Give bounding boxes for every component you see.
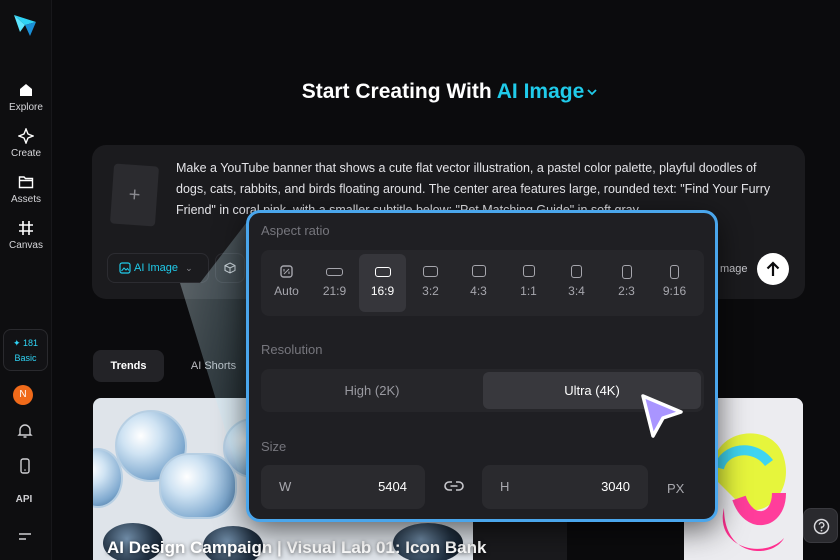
width-label: W bbox=[279, 479, 292, 494]
image-icon bbox=[119, 262, 131, 274]
ratio-label: 21:9 bbox=[322, 284, 347, 298]
ratio-label: 4:3 bbox=[470, 284, 487, 298]
gallery-bubble bbox=[159, 453, 237, 519]
grid-icon bbox=[19, 221, 33, 235]
ratio-label: 3:2 bbox=[422, 284, 439, 298]
gallery-caption: AI Design Campaign | Visual Lab 01: Icon… bbox=[107, 538, 487, 557]
ratio-1-1-icon bbox=[522, 265, 535, 277]
arrow-up-icon bbox=[766, 261, 780, 276]
aspect-ratio-options: Auto 21:9 16:9 3:2 4:3 1:1 3:4 2:3 9:16 bbox=[261, 250, 704, 316]
sidebar-item-label: Canvas bbox=[9, 240, 43, 251]
sidebar-item-label: Assets bbox=[10, 194, 41, 205]
title-prefix: Start Creating With bbox=[301, 80, 492, 103]
ratio-label: 16:9 bbox=[370, 284, 395, 298]
sidebar-item-assets[interactable]: Assets bbox=[0, 174, 52, 205]
link-icon[interactable] bbox=[444, 479, 464, 493]
height-field[interactable]: H 3040 bbox=[482, 465, 648, 509]
credits-badge[interactable]: ✦ 181 Basic bbox=[3, 329, 48, 371]
ratio-option-3-4[interactable]: 3:4 bbox=[553, 254, 600, 312]
question-icon bbox=[813, 518, 830, 535]
mobile-icon[interactable] bbox=[16, 457, 34, 475]
model-selector[interactable]: AI Image bbox=[497, 80, 585, 103]
app-logo[interactable] bbox=[12, 12, 38, 38]
width-field[interactable]: W 5404 bbox=[261, 465, 425, 509]
credits-count: ✦ 181 bbox=[12, 338, 39, 348]
aspect-ratio-popover: Aspect ratio Auto 21:9 16:9 3:2 4:3 1:1 … bbox=[246, 210, 718, 522]
chevron-down-icon[interactable] bbox=[586, 86, 598, 98]
ratio-3-2-icon bbox=[423, 266, 438, 277]
ratio-option-4-3[interactable]: 4:3 bbox=[455, 254, 502, 312]
ratio-2-3-icon bbox=[621, 265, 632, 279]
resolution-option-high[interactable]: High (2K) bbox=[264, 372, 480, 409]
mode-chip-label: AI Image bbox=[134, 262, 179, 274]
auto-ratio-icon bbox=[280, 265, 293, 278]
width-value: 5404 bbox=[378, 479, 407, 494]
plan-label: Basic bbox=[14, 353, 37, 363]
cube-icon bbox=[224, 262, 236, 274]
ratio-21-9-icon bbox=[326, 268, 343, 276]
help-button[interactable] bbox=[803, 508, 838, 543]
ratio-option-9-16[interactable]: 9:16 bbox=[651, 254, 698, 312]
page-title: Start Creating With AI Image bbox=[0, 80, 840, 104]
resolution-label: Resolution bbox=[261, 342, 323, 357]
mode-chip[interactable]: AI Image ⌄ bbox=[107, 253, 209, 283]
ratio-option-auto[interactable]: Auto bbox=[263, 254, 310, 312]
ratio-option-21-9[interactable]: 21:9 bbox=[311, 254, 358, 312]
tab-ai-shorts[interactable]: AI Shorts bbox=[176, 350, 251, 382]
model-chip[interactable] bbox=[215, 253, 245, 283]
ratio-label: 1:1 bbox=[520, 284, 537, 298]
bell-icon[interactable] bbox=[16, 422, 34, 440]
sidebar-item-create[interactable]: Create bbox=[0, 128, 52, 159]
ratio-option-2-3[interactable]: 2:3 bbox=[603, 254, 650, 312]
add-reference-button[interactable]: + bbox=[109, 163, 160, 227]
ratio-option-3-2[interactable]: 3:2 bbox=[407, 254, 454, 312]
image-option-label[interactable]: mage bbox=[720, 263, 748, 275]
ratio-label: 3:4 bbox=[568, 284, 585, 298]
unit-label: PX bbox=[667, 481, 685, 496]
ratio-label: 9:16 bbox=[662, 284, 687, 298]
ratio-16-9-icon bbox=[374, 267, 391, 277]
size-label: Size bbox=[261, 439, 287, 454]
aspect-ratio-label: Aspect ratio bbox=[261, 223, 330, 238]
api-link[interactable]: API bbox=[0, 494, 48, 505]
pointer-cursor-icon bbox=[641, 394, 683, 438]
sparkle-icon bbox=[18, 128, 34, 144]
height-value: 3040 bbox=[601, 479, 630, 494]
chevron-down-icon: ⌄ bbox=[185, 263, 193, 273]
sidebar-item-label: Create bbox=[10, 148, 41, 159]
ratio-option-16-9[interactable]: 16:9 bbox=[359, 254, 406, 312]
ratio-4-3-icon bbox=[471, 265, 486, 277]
folder-icon bbox=[18, 176, 34, 189]
ratio-option-1-1[interactable]: 1:1 bbox=[505, 254, 552, 312]
tab-trends[interactable]: Trends bbox=[93, 350, 164, 382]
ratio-3-4-icon bbox=[571, 265, 582, 278]
menu-icon[interactable] bbox=[16, 528, 34, 546]
height-label: H bbox=[500, 479, 510, 494]
send-button[interactable] bbox=[757, 253, 789, 285]
ratio-9-16-icon bbox=[670, 265, 679, 279]
ratio-label: Auto bbox=[274, 284, 299, 298]
sidebar-item-canvas[interactable]: Canvas bbox=[0, 220, 52, 251]
ratio-label: 2:3 bbox=[618, 284, 635, 298]
avatar[interactable]: N bbox=[13, 385, 33, 405]
